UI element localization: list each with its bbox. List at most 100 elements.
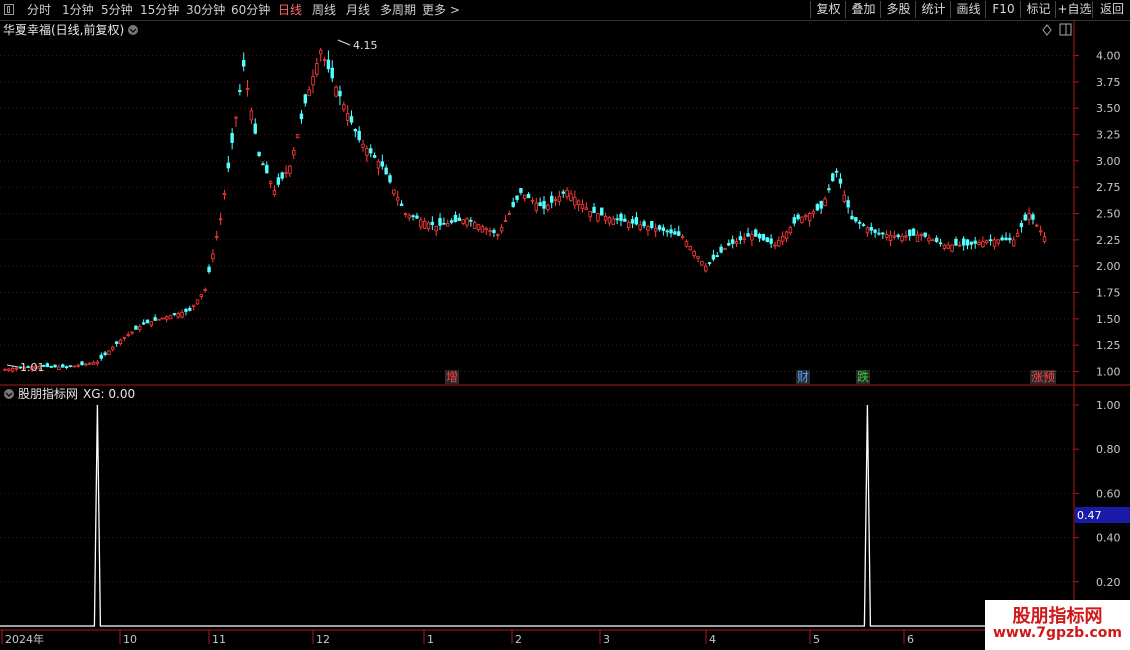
period-tab-10[interactable]: 更多 >: [422, 2, 460, 18]
candle-body: [507, 213, 512, 215]
candle-body: [557, 195, 562, 202]
candle-body: [761, 233, 766, 241]
candle-body: [91, 362, 96, 365]
candle-body: [657, 225, 662, 230]
candle-body: [588, 211, 592, 218]
candle-body: [1008, 237, 1012, 241]
event-tag[interactable]: 跌: [857, 369, 869, 384]
candle-body: [769, 238, 773, 244]
price-tick-label: 2.25: [1096, 234, 1121, 247]
candle-body: [523, 194, 527, 199]
candle-body: [715, 255, 719, 258]
watermark: 股朋指标网 www.7gpzb.com: [985, 600, 1130, 650]
period-tab-7[interactable]: 周线: [312, 2, 336, 18]
candle-body: [1004, 237, 1008, 241]
indicator-dropdown-icon[interactable]: [4, 389, 14, 399]
candle-body: [195, 299, 200, 305]
price-tick-label: 2.75: [1096, 181, 1121, 194]
candle-body: [831, 173, 835, 182]
price-tick-label: 3.00: [1096, 155, 1121, 168]
candle-body: [757, 233, 762, 239]
candle-body: [669, 229, 673, 234]
candle-body: [623, 218, 627, 222]
candle-body: [353, 129, 358, 132]
candle-body: [865, 227, 870, 234]
indicator-tick-label: 0.80: [1096, 443, 1121, 456]
diamond-icon[interactable]: [1042, 24, 1052, 36]
candlestick-series: [3, 47, 1047, 373]
price-panel: 4.00 3.75 3.50 3.25 3.00 2.75 2.50 2.25 2.00 1.75…: [0, 20, 1130, 630]
candle-body: [592, 206, 596, 214]
candle-body: [807, 213, 812, 222]
candle-body: [107, 350, 111, 355]
candle-body: [1035, 224, 1039, 227]
toolbar-button-8[interactable]: 返回: [1092, 1, 1130, 18]
candle-body: [138, 326, 142, 330]
candle-body: [349, 116, 354, 123]
period-tab-6[interactable]: 日线: [278, 2, 302, 18]
period-tab-4[interactable]: 30分钟: [186, 2, 225, 18]
candle-body: [184, 308, 188, 312]
candle-body: [357, 130, 361, 141]
candle-body: [961, 238, 966, 246]
candle-body: [992, 239, 997, 247]
candle-body: [650, 221, 654, 228]
toolbar-button-6[interactable]: 标记: [1020, 1, 1056, 18]
candle-body: [268, 181, 273, 184]
candle-body: [126, 334, 130, 337]
candle-body: [704, 265, 708, 272]
x-tick-label: 4: [709, 633, 716, 646]
candle-body: [172, 313, 177, 316]
toolbar-button-1[interactable]: 叠加: [845, 1, 881, 18]
period-tab-5[interactable]: 60分钟: [231, 2, 270, 18]
period-tab-9[interactable]: 多周期: [380, 2, 416, 18]
toolbar-button-5[interactable]: F10: [985, 1, 1021, 18]
candle-body: [600, 207, 604, 216]
period-tab-8[interactable]: 月线: [346, 2, 370, 18]
candle-body: [542, 200, 546, 209]
candle-body: [384, 167, 388, 175]
candle-body: [180, 312, 184, 318]
candle-body: [49, 366, 53, 368]
period-tab-0[interactable]: 分时: [27, 2, 51, 18]
candle-body: [342, 104, 346, 110]
candle-body: [369, 148, 373, 154]
toolbar-button-0[interactable]: 复权: [810, 1, 846, 18]
event-tag[interactable]: 增: [446, 370, 458, 384]
candle-body: [1015, 232, 1020, 237]
candle-body: [1000, 237, 1004, 241]
window-toggle-icon[interactable]: [4, 4, 14, 15]
indicator-tick-label: 0.20: [1096, 576, 1121, 589]
candle-body: [453, 214, 458, 222]
candle-body: [958, 244, 962, 247]
toolbar-button-3[interactable]: 统计: [915, 1, 951, 18]
candle-body: [103, 352, 107, 356]
candle-body: [673, 231, 677, 235]
candle-body: [596, 213, 600, 222]
candle-body: [884, 234, 889, 238]
toolbar-button-4[interactable]: 画线: [950, 1, 986, 18]
panel-layout-icon[interactable]: [1059, 23, 1072, 36]
candle-body: [911, 228, 916, 236]
event-tag[interactable]: 涨预: [1031, 369, 1055, 384]
candle-body: [861, 224, 866, 227]
candle-body: [923, 232, 927, 237]
period-tab-2[interactable]: 5分钟: [101, 2, 133, 18]
period-tab-3[interactable]: 15分钟: [140, 2, 179, 18]
toolbar-button-2[interactable]: 多股: [880, 1, 916, 18]
chart-area: 4.00 3.75 3.50 3.25 3.00 2.75 2.50 2.25 2.00 1.75…: [0, 20, 1130, 646]
title-dropdown-icon[interactable]: [128, 25, 138, 35]
candle-body: [788, 227, 793, 234]
candle-body: [399, 203, 404, 207]
candle-body: [819, 200, 823, 209]
toolbar-button-7[interactable]: +自选: [1055, 1, 1093, 18]
candle-body: [207, 266, 211, 273]
price-tick-label: 1.50: [1096, 313, 1121, 326]
candle-body: [330, 67, 334, 79]
candle-body: [707, 262, 712, 264]
period-tab-1[interactable]: 1分钟: [62, 2, 94, 18]
candle-body: [684, 241, 689, 247]
event-tag[interactable]: 财: [797, 370, 809, 384]
candle-body: [823, 198, 827, 207]
candle-body: [249, 110, 254, 121]
